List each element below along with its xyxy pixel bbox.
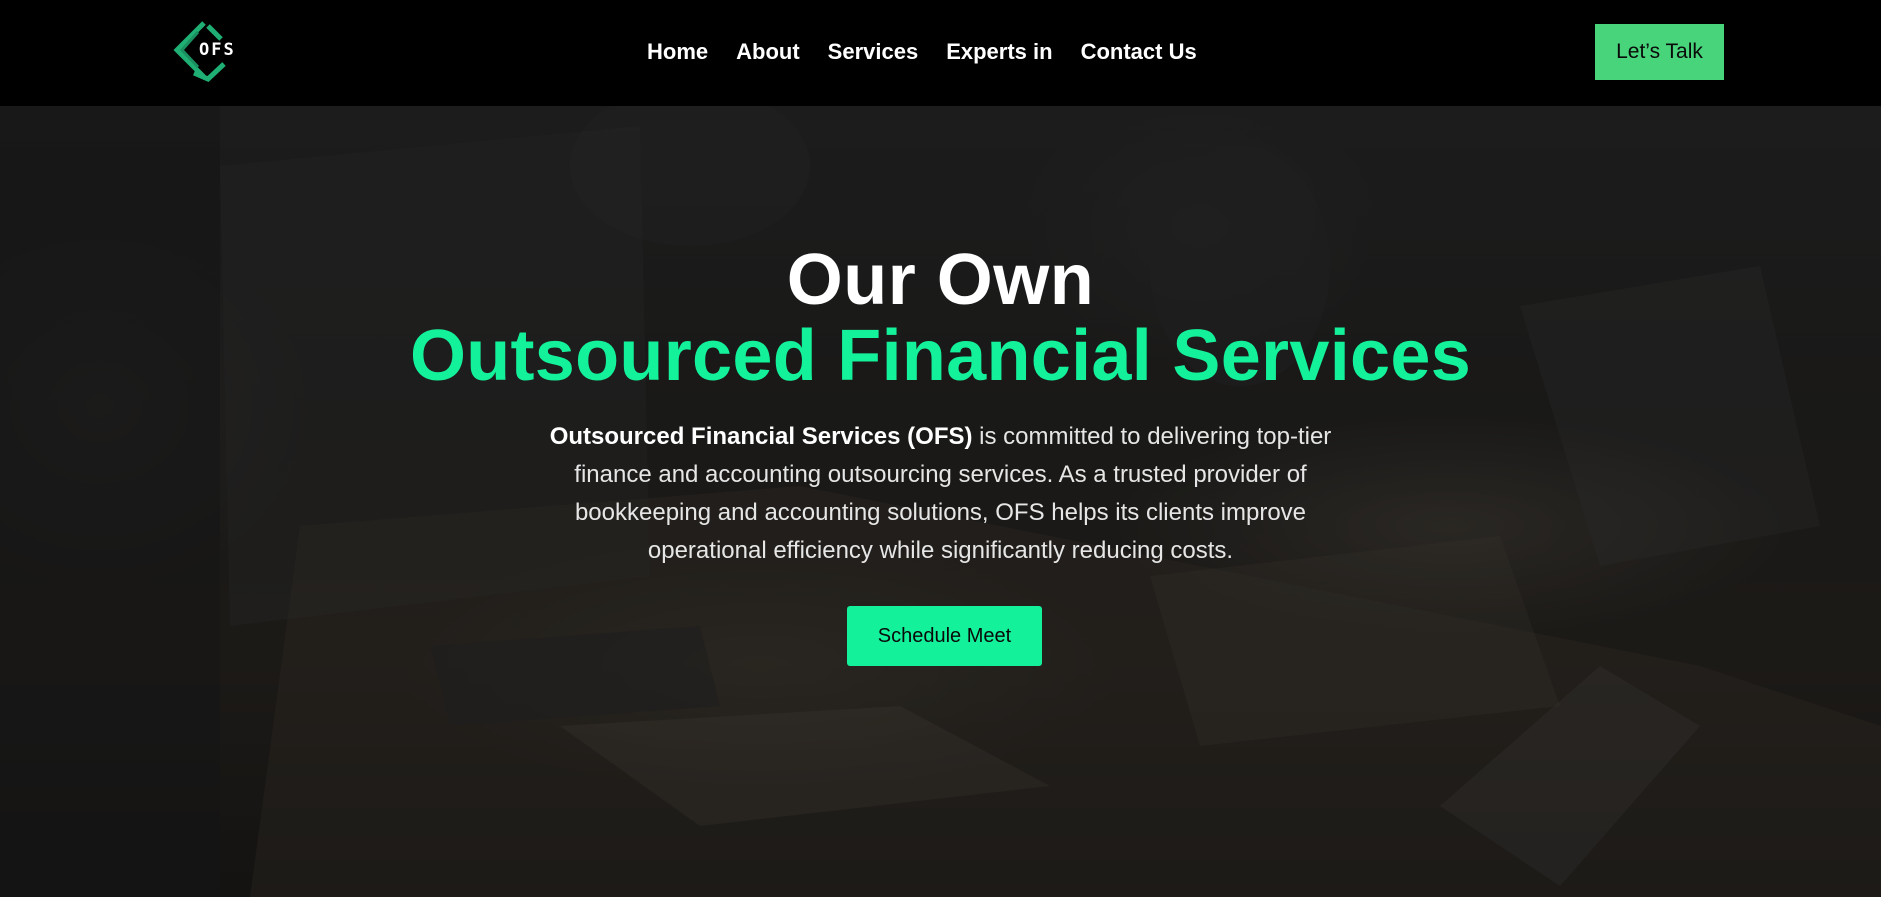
hero-section: Our Own Outsourced Financial Services Ou… — [0, 106, 1881, 897]
hero-title-line-1: Our Own — [786, 240, 1095, 320]
logo-text: OFS — [199, 40, 236, 60]
nav-contact-us[interactable]: Contact Us — [1067, 39, 1211, 65]
site-header: OFS Home About Services Experts in Conta… — [0, 0, 1881, 106]
ofs-logo[interactable]: OFS — [172, 20, 242, 82]
nav-experts-in[interactable]: Experts in — [932, 39, 1066, 65]
nav-services[interactable]: Services — [814, 39, 933, 65]
hero-description: Outsourced Financial Services (OFS) is c… — [520, 418, 1361, 570]
nav-about[interactable]: About — [722, 39, 814, 65]
main-nav: Home About Services Experts in Contact U… — [647, 36, 1211, 68]
nav-home[interactable]: Home — [647, 39, 722, 65]
schedule-meet-button[interactable]: Schedule Meet — [847, 606, 1042, 666]
hero-description-company: Outsourced Financial Services (OFS) — [549, 423, 973, 450]
hero-title-line-2: Outsourced Financial Services — [409, 316, 1472, 396]
lets-talk-button[interactable]: Let’s Talk — [1595, 24, 1724, 80]
